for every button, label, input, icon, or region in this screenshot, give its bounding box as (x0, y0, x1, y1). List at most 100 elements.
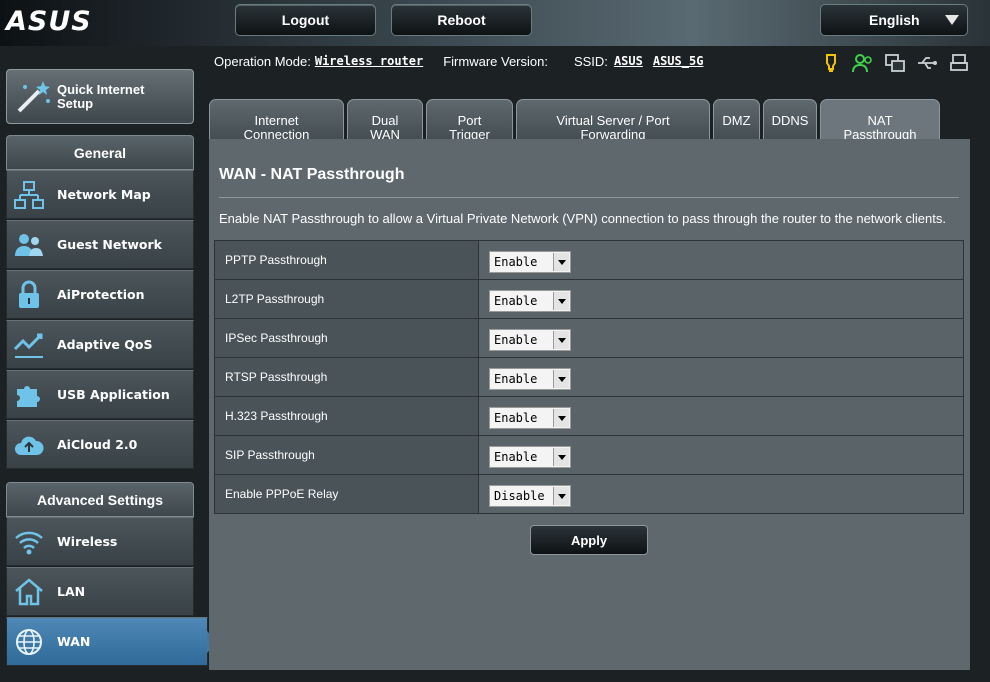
table-row: H.323 Passthrough Enable (214, 396, 964, 436)
tab-label-line2: Connection (243, 127, 310, 140)
menu-label: Wireless (57, 534, 118, 549)
page-title: WAN - NAT Passthrough (219, 166, 405, 183)
page-description: Enable NAT Passthrough to allow a Virtua… (219, 211, 946, 226)
l2tp-passthrough-select[interactable]: Enable (489, 289, 571, 312)
menu-label: AiCloud 2.0 (57, 437, 138, 452)
menu-label: Adaptive QoS (57, 337, 153, 352)
cloud-icon (13, 429, 45, 461)
row-value-cell: Disable (478, 474, 964, 514)
ssid-link-24g[interactable]: ASUS (614, 54, 643, 68)
ssid-label: SSID: (573, 53, 608, 69)
chevron-down-icon (553, 486, 569, 505)
usb-icon[interactable] (916, 52, 938, 74)
row-label: SIP Passthrough (214, 435, 479, 475)
chevron-down-icon (553, 369, 569, 388)
wifi-icon (13, 526, 45, 558)
h323-passthrough-select[interactable]: Enable (489, 406, 571, 429)
clients-icon[interactable] (852, 52, 874, 74)
tab-label-line1: Port (457, 113, 482, 128)
apply-button[interactable]: Apply (530, 525, 648, 555)
row-value-cell: Enable (478, 357, 964, 397)
menu-item-wan[interactable]: WAN (6, 617, 217, 666)
quick-setup-line2: Setup (57, 95, 94, 111)
tab-label-line2: WAN (370, 127, 400, 140)
ssid-link-5g[interactable]: ASUS_5G (653, 54, 704, 68)
select-value: Enable (494, 293, 538, 308)
chevron-down-icon (553, 408, 569, 427)
lock-icon (13, 279, 45, 311)
quick-setup-label: Quick Internet Setup (57, 81, 145, 111)
row-value-cell: Enable (478, 318, 964, 358)
select-value: Disable (494, 488, 545, 503)
magic-wand-icon (13, 77, 53, 117)
menu-item-network-map[interactable]: Network Map (6, 170, 194, 219)
sip-passthrough-select[interactable]: Enable (489, 445, 571, 468)
tab-port-trigger[interactable]: Port Trigger (426, 99, 513, 139)
row-value-cell: Enable (478, 279, 964, 319)
devices-icon[interactable] (884, 52, 906, 74)
select-value: Enable (494, 449, 538, 464)
menu-label: Guest Network (57, 237, 162, 252)
pptp-passthrough-select[interactable]: Enable (489, 250, 571, 273)
logout-button[interactable]: Logout (235, 4, 376, 36)
select-value: Enable (494, 371, 538, 386)
select-value: Enable (494, 254, 538, 269)
status-icons (820, 52, 970, 74)
globe-icon (13, 626, 45, 658)
menu-item-lan[interactable]: LAN (6, 567, 194, 616)
reboot-button[interactable]: Reboot (391, 4, 532, 36)
row-value-cell: Enable (478, 396, 964, 436)
status-line: Operation Mode: Wireless router Firmware… (214, 52, 703, 70)
ipsec-passthrough-select[interactable]: Enable (489, 328, 571, 351)
chevron-down-icon (553, 252, 569, 271)
menu-label: AiProtection (57, 287, 145, 302)
language-select[interactable]: English (820, 4, 968, 36)
qos-icon (13, 329, 45, 361)
tab-nat-passthrough[interactable]: NAT Passthrough (820, 99, 940, 139)
rtsp-passthrough-select[interactable]: Enable (489, 367, 571, 390)
select-value: Enable (494, 332, 538, 347)
bulb-icon[interactable] (820, 52, 842, 74)
menu-item-usb-application[interactable]: USB Application (6, 370, 194, 419)
guest-network-icon (13, 229, 45, 261)
select-value: Enable (494, 410, 538, 425)
quick-internet-setup-button[interactable]: Quick Internet Setup (6, 69, 194, 124)
tab-dual-wan[interactable]: Dual WAN (347, 99, 423, 139)
menu-item-aiprotection[interactable]: AiProtection (6, 270, 194, 319)
row-label: H.323 Passthrough (214, 396, 479, 436)
tab-internet-connection[interactable]: Internet Connection (209, 99, 344, 139)
operation-mode-link[interactable]: Wireless router (315, 54, 423, 68)
menu-item-wireless[interactable]: Wireless (6, 517, 194, 566)
tab-ddns[interactable]: DDNS (763, 99, 817, 139)
tab-label-line1: Dual (371, 113, 399, 128)
printer-icon[interactable] (948, 52, 970, 74)
menu-item-adaptive-qos[interactable]: Adaptive QoS (6, 320, 194, 369)
row-label: Enable PPPoE Relay (214, 474, 479, 514)
menu-label: LAN (57, 584, 86, 599)
home-icon (13, 576, 45, 608)
language-value: English (869, 12, 920, 28)
row-label: RTSP Passthrough (214, 357, 479, 397)
table-row: RTSP Passthrough Enable (214, 357, 964, 397)
menu-item-guest-network[interactable]: Guest Network (6, 220, 194, 269)
chevron-down-icon (553, 447, 569, 466)
menu-item-aicloud[interactable]: AiCloud 2.0 (6, 420, 194, 469)
quick-setup-line1: Quick Internet (57, 81, 145, 97)
row-value-cell: Enable (478, 435, 964, 475)
advanced-settings-heading: Advanced Settings (6, 482, 194, 517)
row-label: IPSec Passthrough (214, 318, 479, 358)
menu-label: WAN (57, 634, 91, 649)
network-map-icon (13, 179, 45, 211)
tab-label-line1: Virtual Server / Port (556, 113, 670, 128)
pppoe-relay-select[interactable]: Disable (489, 484, 571, 507)
tab-label-line1: DMZ (722, 113, 751, 128)
chevron-down-icon (553, 291, 569, 310)
tab-label-line2: Trigger (449, 127, 490, 140)
operation-mode-label: Operation Mode: (214, 53, 311, 69)
tab-virtual-server[interactable]: Virtual Server / Port Forwarding (516, 99, 710, 139)
chevron-down-icon (553, 330, 569, 349)
firmware-label: Firmware Version: (443, 53, 548, 69)
tab-dmz[interactable]: DMZ (713, 99, 760, 139)
menu-label: USB Application (57, 387, 170, 402)
tab-label-line1: NAT (867, 113, 893, 128)
